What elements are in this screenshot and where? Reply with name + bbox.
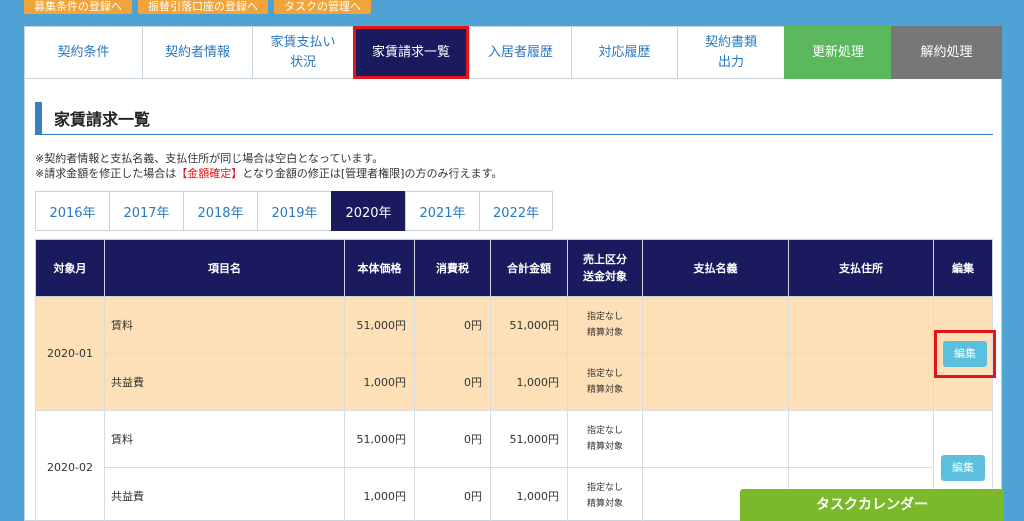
header-total: 合計金額	[490, 239, 568, 297]
tax-cell: 0円	[414, 467, 491, 521]
contract-tabs: 契約条件 契約者情報 家賃支払い 状況 家賃請求一覧 入居者履歴 対応履歴 契約…	[24, 26, 1002, 79]
tab-contractor-info[interactable]: 契約者情報	[142, 26, 252, 79]
header-item: 項目名	[104, 239, 345, 297]
header-sales-category: 売上区分 送金対象	[567, 239, 643, 297]
note-line-2: ※請求金額を修正した場合は【金額確定】となり金額の修正は[管理者権限]の方のみ行…	[35, 166, 502, 181]
header-base-price: 本体価格	[344, 239, 415, 297]
payer-name-cell	[642, 296, 789, 354]
header-month: 対象月	[35, 239, 105, 297]
sales-line1: 指定なし	[586, 312, 623, 322]
item-cell: 共益費	[104, 353, 345, 411]
total-cell: 51,000円	[490, 410, 568, 468]
base-price-cell: 51,000円	[344, 410, 415, 468]
edit-button[interactable]: 編集	[943, 340, 987, 367]
main-panel: 家賃請求一覧 ※契約者情報と支払名義、支払住所が同じ場合は空白となっています。 …	[24, 79, 1002, 521]
payer-address-cell	[788, 410, 934, 468]
item-cell: 賃料	[104, 296, 345, 354]
edit-button[interactable]: 編集	[941, 454, 985, 481]
tab-cancellation[interactable]: 解約処理	[891, 26, 1002, 79]
year-tab-2018[interactable]: 2018年	[183, 191, 257, 231]
table-header-row: 対象月 項目名 本体価格 消費税 合計金額 売上区分送金対象 支払名義 支払住所…	[35, 239, 993, 297]
tax-cell: 0円	[414, 296, 491, 354]
year-tab-2021[interactable]: 2021年	[405, 191, 479, 231]
sales-line2: 精算対象	[586, 442, 623, 452]
header-edit: 編集	[933, 239, 993, 297]
year-tab-2022[interactable]: 2022年	[479, 191, 553, 231]
tab-contract-conditions[interactable]: 契約条件	[24, 26, 142, 79]
sales-category-cell: 指定なし 精算対象	[567, 467, 643, 521]
base-price-cell: 51,000円	[344, 296, 415, 354]
recruit-conditions-button[interactable]: 募集条件の登録へ	[24, 0, 132, 14]
table-row: 共益費 1,000円 0円 1,000円 指定なし精算対象	[36, 353, 993, 411]
total-cell: 1,000円	[490, 353, 568, 411]
year-tab-2020[interactable]: 2020年	[331, 191, 405, 231]
page-title: 家賃請求一覧	[54, 109, 151, 129]
sales-line1: 指定なし	[586, 426, 623, 436]
sales-category-cell: 指定なし 精算対象	[567, 410, 643, 468]
item-cell: 共益費	[104, 467, 345, 521]
note-line-1: ※契約者情報と支払名義、支払住所が同じ場合は空白となっています。	[35, 152, 384, 165]
item-cell: 賃料	[104, 410, 345, 468]
table-row: 2020-01 賃料 51,000円 0円 51,000円 指定なし 精算対象 編…	[35, 296, 996, 411]
month-cell: 2020-01	[35, 296, 105, 411]
sales-category-cell: 指定なし 精算対象	[567, 296, 643, 354]
note-amount-confirmed: 【金額確定】	[176, 167, 243, 180]
header-sales-line1: 売上区分	[583, 253, 627, 266]
tax-cell: 0円	[414, 410, 491, 468]
table-row: 2020-02 賃料 51,000円 0円 51,000円 指定なし 精算対象 編…	[35, 410, 993, 521]
task-calendar-button[interactable]: タスクカレンダー	[740, 489, 1004, 521]
section-accent-bar	[35, 101, 42, 134]
notes: ※契約者情報と支払名義、支払住所が同じ場合は空白となっています。 ※請求金額を修…	[35, 151, 502, 181]
year-tab-2017[interactable]: 2017年	[109, 191, 183, 231]
tab-response-history[interactable]: 対応履歴	[571, 26, 677, 79]
base-price-cell: 1,000円	[344, 353, 415, 411]
note-line-2-post: となり金額の修正は[管理者権限]の方のみ行えます。	[242, 167, 503, 180]
section-header: 家賃請求一覧	[35, 101, 993, 135]
year-tab-2019[interactable]: 2019年	[257, 191, 331, 231]
header-tax: 消費税	[414, 239, 491, 297]
transfer-account-button[interactable]: 振替引落口座の登録へ	[138, 0, 268, 14]
tab-rent-payment-status[interactable]: 家賃支払い 状況	[252, 26, 353, 79]
edit-cell: 編集	[933, 296, 996, 411]
tab-rent-billing-list[interactable]: 家賃請求一覧	[353, 26, 469, 79]
tax-cell: 0円	[414, 353, 491, 411]
edit-highlight-box: 編集	[934, 329, 996, 378]
top-button-bar: 募集条件の登録へ 振替引落口座の登録へ タスクの管理へ	[24, 0, 371, 14]
sales-line2: 精算対象	[586, 385, 623, 395]
payer-address-cell	[788, 296, 934, 354]
header-sales-line2: 送金対象	[583, 270, 627, 283]
total-cell: 51,000円	[490, 296, 568, 354]
payer-address-cell	[788, 353, 934, 411]
sales-category-cell: 指定なし 精算対象	[567, 353, 643, 411]
year-tabs: 2016年 2017年 2018年 2019年 2020年 2021年 2022…	[35, 191, 553, 231]
task-management-button[interactable]: タスクの管理へ	[274, 0, 371, 14]
payer-name-cell	[642, 353, 789, 411]
tab-tenant-history[interactable]: 入居者履歴	[469, 26, 571, 79]
month-cell: 2020-02	[35, 410, 105, 521]
total-cell: 1,000円	[490, 467, 568, 521]
sales-line1: 指定なし	[586, 369, 623, 379]
sales-line2: 精算対象	[586, 328, 623, 338]
tab-renewal[interactable]: 更新処理	[784, 26, 891, 79]
base-price-cell: 1,000円	[344, 467, 415, 521]
sales-line2: 精算対象	[586, 499, 623, 509]
payer-name-cell	[642, 410, 789, 468]
billing-table: 対象月 項目名 本体価格 消費税 合計金額 売上区分送金対象 支払名義 支払住所…	[35, 239, 996, 521]
note-line-2-pre: ※請求金額を修正した場合は	[35, 167, 177, 180]
header-payer-name: 支払名義	[642, 239, 789, 297]
header-payer-address: 支払住所	[788, 239, 934, 297]
tab-contract-documents[interactable]: 契約書類 出力	[677, 26, 784, 79]
year-tab-2016[interactable]: 2016年	[35, 191, 109, 231]
sales-line1: 指定なし	[586, 483, 623, 493]
